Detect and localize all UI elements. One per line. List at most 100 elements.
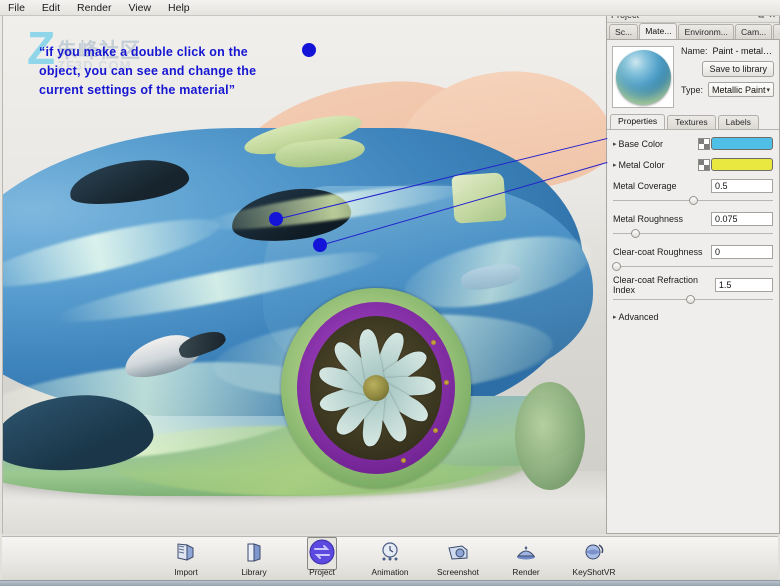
- rear-wheel: [281, 288, 471, 488]
- property-value-input-4[interactable]: 0: [711, 245, 773, 259]
- slider-track: [613, 266, 773, 267]
- material-name-value[interactable]: Paint - metallic scarlett: [713, 46, 774, 56]
- material-name-label: Name:: [681, 46, 708, 56]
- save-to-library-button[interactable]: Save to library: [702, 61, 774, 77]
- property-name: Clear-coat Refraction Index: [613, 275, 715, 295]
- wheel-bolt: [401, 458, 406, 463]
- material-preview-sphere: [616, 50, 671, 105]
- animation-icon: [363, 540, 417, 566]
- material-subtab-0[interactable]: Properties: [610, 114, 665, 129]
- material-preview-frame[interactable]: [612, 46, 674, 108]
- toolbar-button-screenshot[interactable]: Screenshot: [431, 540, 485, 577]
- property-row: Metal Coverage 0.5: [613, 177, 773, 206]
- property-name: Base Color: [619, 139, 664, 149]
- rim-inner: [310, 316, 442, 460]
- annotation-top-line-3: current settings of the material”: [39, 81, 329, 100]
- property-slider-2[interactable]: [613, 195, 773, 206]
- annotation-dot-base-color: [269, 212, 283, 226]
- property-label-1[interactable]: ▸Metal Color: [613, 160, 665, 170]
- property-label-5: Clear-coat Refraction Index: [613, 275, 715, 295]
- advanced-section-toggle[interactable]: ▸ Advanced: [607, 309, 779, 325]
- wheel-hub: [363, 375, 389, 401]
- annotation-dot-metal-color: [313, 238, 327, 252]
- property-line: Metal Roughness 0.075: [613, 210, 773, 227]
- color-picker-icon[interactable]: [698, 159, 710, 171]
- project-panel[interactable]: Project ⧉ ✕ Sc...Mate...Environm...Cam..…: [606, 8, 780, 534]
- material-type-row: Type: Metallic Paint ▾: [681, 82, 774, 97]
- toolbar-label-5: Render: [499, 567, 553, 577]
- property-label-4: Clear-coat Roughness: [613, 247, 703, 257]
- property-label-2: Metal Coverage: [613, 181, 677, 191]
- panel-tab-0[interactable]: Sc...: [609, 24, 638, 39]
- toolbar-button-project[interactable]: Project: [295, 540, 349, 577]
- material-subtab-2[interactable]: Labels: [718, 115, 759, 129]
- slider-knob[interactable]: [686, 295, 695, 304]
- property-row: ▸Metal Color: [613, 156, 773, 173]
- toolbar-button-library[interactable]: Library: [227, 540, 281, 577]
- property-slider-3[interactable]: [613, 228, 773, 239]
- menu-item-help[interactable]: Help: [166, 2, 192, 14]
- property-row: Clear-coat Roughness 0: [613, 243, 773, 272]
- menu-bar: File Edit Render View Help: [0, 0, 780, 16]
- material-subtab-1[interactable]: Textures: [667, 115, 715, 129]
- property-value-input-3[interactable]: 0.075: [711, 212, 773, 226]
- material-type-select[interactable]: Metallic Paint ▾: [708, 82, 774, 97]
- panel-tab-3[interactable]: Cam...: [735, 24, 772, 39]
- wheel-bolt: [444, 380, 449, 385]
- property-slider-5[interactable]: [613, 294, 773, 305]
- property-name: Metal Color: [619, 160, 665, 170]
- panel-tab-1[interactable]: Mate...: [639, 23, 677, 39]
- chevron-down-icon: ▾: [766, 86, 770, 94]
- property-row: ▸Base Color: [613, 135, 773, 152]
- annotation-top-line-1: “if you make a double click on the: [39, 43, 329, 62]
- menu-item-file[interactable]: File: [6, 2, 27, 14]
- property-name: Clear-coat Roughness: [613, 247, 703, 257]
- annotation-text-top: “if you make a double click on the objec…: [39, 43, 329, 100]
- chevron-right-icon[interactable]: ▸: [613, 140, 617, 148]
- panel-tab-2[interactable]: Environm...: [678, 24, 733, 39]
- car-model: [2, 66, 608, 486]
- advanced-label: Advanced: [619, 312, 659, 322]
- menu-item-view[interactable]: View: [126, 2, 153, 14]
- slider-knob[interactable]: [631, 229, 640, 238]
- property-line: Clear-coat Roughness 0: [613, 243, 773, 260]
- property-line: Metal Coverage 0.5: [613, 177, 773, 194]
- slider-knob[interactable]: [689, 196, 698, 205]
- render-viewport[interactable]: Z 朱峰社区 ZF3D.COM “if you make a double cl…: [2, 16, 608, 534]
- color-swatch-0[interactable]: [711, 137, 773, 150]
- color-picker-icon[interactable]: [698, 138, 710, 150]
- toolbar-button-render[interactable]: Render: [499, 540, 553, 577]
- panel-tab-bar: Sc...Mate...Environm...Cam...Setti...: [607, 23, 779, 40]
- property-name: Metal Roughness: [613, 214, 683, 224]
- property-value-input-5[interactable]: 1.5: [715, 278, 773, 292]
- property-line: Clear-coat Refraction Index1.5: [613, 276, 773, 293]
- material-header: Name: Paint - metallic scarlett Save to …: [607, 40, 779, 112]
- material-fields: Name: Paint - metallic scarlett Save to …: [681, 46, 774, 108]
- property-label-0[interactable]: ▸Base Color: [613, 139, 663, 149]
- toolbar-button-keyshotvr[interactable]: KeyShotVR: [567, 540, 621, 577]
- property-line: ▸Base Color: [613, 135, 773, 152]
- status-bar: [0, 580, 780, 586]
- slider-knob[interactable]: [612, 262, 621, 271]
- toolbar-button-animation[interactable]: Animation: [363, 540, 417, 577]
- menu-item-edit[interactable]: Edit: [40, 2, 62, 14]
- wheel-bolt: [433, 428, 438, 433]
- toolbar-label-6: KeyShotVR: [567, 567, 621, 577]
- chevron-right-icon: ▸: [613, 313, 617, 321]
- menu-item-render[interactable]: Render: [75, 2, 113, 14]
- toolbar-label-3: Animation: [363, 567, 417, 577]
- keyshotvr-icon: [567, 540, 621, 566]
- chevron-right-icon[interactable]: ▸: [613, 161, 617, 169]
- material-type-value: Metallic Paint: [712, 85, 766, 95]
- property-row: Clear-coat Refraction Index1.5: [613, 276, 773, 305]
- material-properties-list: ▸Base Color▸Metal ColorMetal Coverage0.5…: [607, 130, 779, 305]
- color-control: [698, 137, 773, 150]
- panel-tab-4[interactable]: Setti...: [773, 24, 780, 39]
- property-line: ▸Metal Color: [613, 156, 773, 173]
- bottom-toolbar: Import Library Project Animation Screenshot R…: [2, 536, 778, 580]
- property-value-input-2[interactable]: 0.5: [711, 179, 773, 193]
- color-swatch-1[interactable]: [711, 158, 773, 171]
- property-slider-4[interactable]: [613, 261, 773, 272]
- toolbar-button-import[interactable]: Import: [159, 540, 213, 577]
- property-label-3: Metal Roughness: [613, 214, 683, 224]
